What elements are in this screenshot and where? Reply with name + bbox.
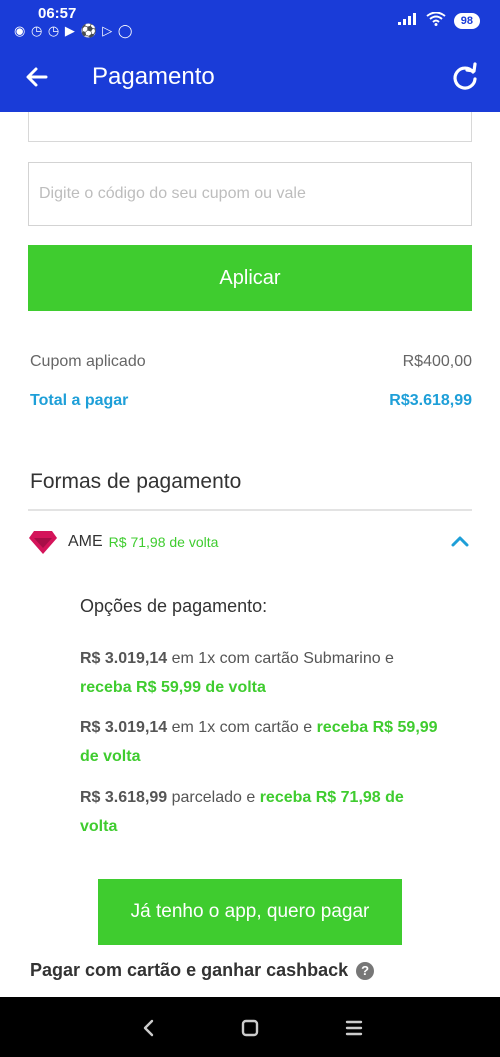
app-bar: Pagamento <box>0 42 500 112</box>
option-amount: R$ 3.618,99 <box>80 789 168 806</box>
nav-menu-icon[interactable] <box>340 1014 368 1042</box>
divider <box>28 509 472 511</box>
coupon-applied-row: Cupom aplicado R$400,00 <box>30 353 472 371</box>
option-amount: R$ 3.019,14 <box>80 650 168 667</box>
status-bar: 06:57 ◉ ◷ ◷ ▶ ⚽ ▷ ◯ 98 <box>0 0 500 42</box>
ame-logo-icon <box>28 529 58 555</box>
ame-payment-option[interactable]: AME R$ 71,98 de volta <box>28 520 472 564</box>
help-icon[interactable]: ? <box>356 961 375 980</box>
ame-name: AME <box>68 533 103 550</box>
nav-back-icon[interactable] <box>135 1014 163 1042</box>
wifi-icon <box>426 11 446 29</box>
option-cashback: receba R$ 59,99 de volta <box>80 679 266 696</box>
option-text: parcelado e <box>167 789 260 806</box>
signal-icon <box>397 13 418 28</box>
coupon-applied-value: R$400,00 <box>402 353 472 370</box>
total-row: Total a pagar R$3.618,99 <box>30 392 472 410</box>
refresh-icon[interactable] <box>448 60 482 94</box>
back-arrow-icon[interactable] <box>20 60 54 94</box>
status-indicators: 98 <box>397 11 480 29</box>
payment-options-title: Opções de pagamento: <box>80 596 268 616</box>
nav-home-icon[interactable] <box>236 1014 264 1042</box>
page-title: Pagamento <box>92 63 215 90</box>
option-text: em 1x com cartão Submarino e <box>167 650 394 667</box>
previous-field <box>28 112 472 142</box>
payment-option-3: R$ 3.618,99 parcelado e receba R$ 71,98 … <box>80 783 440 841</box>
payment-option-2: R$ 3.019,14 em 1x com cartão e receba R$… <box>80 713 440 771</box>
checkout-content: Aplicar Cupom aplicado R$400,00 Total a … <box>0 112 500 997</box>
payment-methods-title: Formas de pagamento <box>30 470 242 493</box>
status-time: 06:57 <box>38 5 77 22</box>
card-cashback-label: Pagar com cartão e ganhar cashback <box>30 960 349 980</box>
notification-icons: ◉ ◷ ◷ ▶ ⚽ ▷ ◯ <box>14 23 134 38</box>
system-nav-bar <box>0 997 500 1057</box>
total-label: Total a pagar <box>30 392 129 409</box>
coupon-code-input[interactable] <box>28 162 472 226</box>
coupon-applied-label: Cupom aplicado <box>30 353 146 370</box>
pay-with-app-button[interactable]: Já tenho o app, quero pagar <box>98 879 402 945</box>
card-cashback-heading: Pagar com cartão e ganhar cashback ? <box>30 960 375 981</box>
chevron-up-icon[interactable] <box>448 530 472 554</box>
option-text: em 1x com cartão e <box>167 719 317 736</box>
battery-icon: 98 <box>453 12 480 29</box>
payment-option-1: R$ 3.019,14 em 1x com cartão Submarino e… <box>80 644 440 702</box>
ame-cashback: R$ 71,98 de volta <box>108 534 219 550</box>
total-value: R$3.618,99 <box>389 392 472 409</box>
apply-coupon-button[interactable]: Aplicar <box>28 245 472 311</box>
option-amount: R$ 3.019,14 <box>80 719 168 736</box>
